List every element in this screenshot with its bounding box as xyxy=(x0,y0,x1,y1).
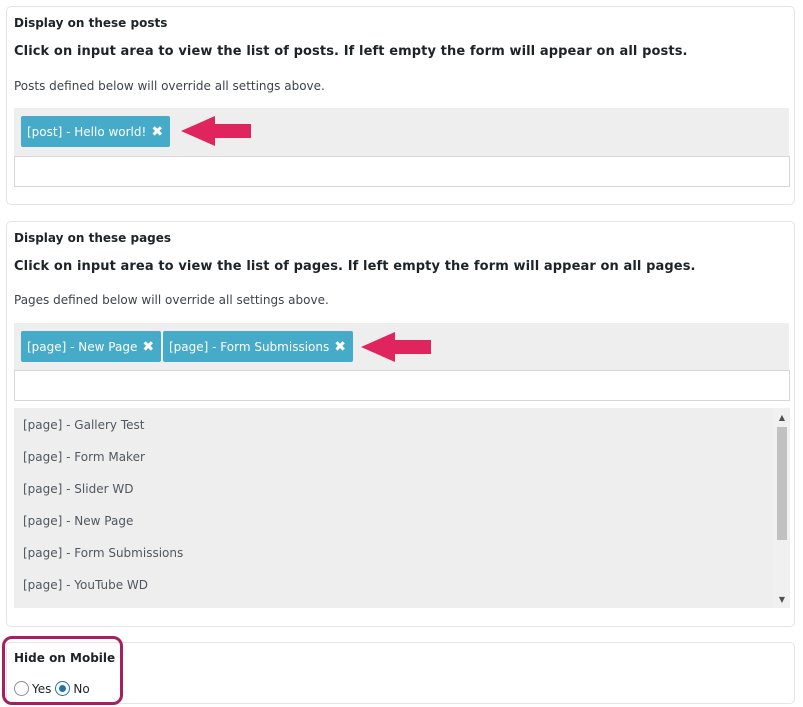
posts-description: Click on input area to view the list of … xyxy=(14,44,688,59)
pages-title: Display on these pages xyxy=(14,231,172,245)
pages-note: Pages defined below will override all se… xyxy=(14,293,329,307)
close-icon[interactable]: ✖ xyxy=(142,340,154,354)
arrow-left-icon xyxy=(361,332,431,362)
list-item[interactable]: [page] - New Page xyxy=(23,514,133,528)
list-item[interactable]: [page] - YouTube WD xyxy=(23,578,148,592)
tag-label: [post] - Hello world! xyxy=(27,124,147,139)
tag-label: [page] - New Page xyxy=(27,339,138,354)
pages-search-input[interactable] xyxy=(14,370,790,401)
pages-description: Click on input area to view the list of … xyxy=(14,259,696,274)
mobile-panel: Hide on Mobile Yes No xyxy=(6,642,795,704)
posts-title: Display on these posts xyxy=(14,16,168,30)
list-item[interactable]: [page] - Slider WD xyxy=(23,482,133,496)
scrollbar[interactable]: ▲ ▼ xyxy=(774,408,790,608)
scrollbar-thumb[interactable] xyxy=(777,427,787,540)
close-icon[interactable]: ✖ xyxy=(151,125,163,139)
selected-page-tag[interactable]: [page] - Form Submissions ✖ xyxy=(163,331,353,362)
posts-selected-box: [post] - Hello world! ✖ xyxy=(14,108,789,157)
list-item[interactable]: [page] - Gallery Test xyxy=(23,418,144,432)
close-icon[interactable]: ✖ xyxy=(334,340,346,354)
chevron-up-icon[interactable]: ▲ xyxy=(774,410,790,424)
chevron-down-icon[interactable]: ▼ xyxy=(774,592,790,606)
mobile-highlight-box xyxy=(2,636,123,705)
posts-search-input[interactable] xyxy=(14,156,790,187)
list-item[interactable]: [page] - Form Maker xyxy=(23,450,145,464)
tag-label: [page] - Form Submissions xyxy=(169,339,330,354)
posts-note: Posts defined below will override all se… xyxy=(14,79,325,93)
pages-panel: Display on these pages Click on input ar… xyxy=(6,221,795,627)
arrow-left-icon xyxy=(181,116,251,146)
selected-post-tag[interactable]: [post] - Hello world! ✖ xyxy=(21,116,171,147)
posts-panel: Display on these posts Click on input ar… xyxy=(6,6,795,205)
list-item[interactable]: [page] - Form Submissions xyxy=(23,546,183,560)
selected-page-tag[interactable]: [page] - New Page ✖ xyxy=(21,331,162,362)
pages-dropdown-list[interactable]: [page] - Gallery Test [page] - Form Make… xyxy=(14,408,790,608)
